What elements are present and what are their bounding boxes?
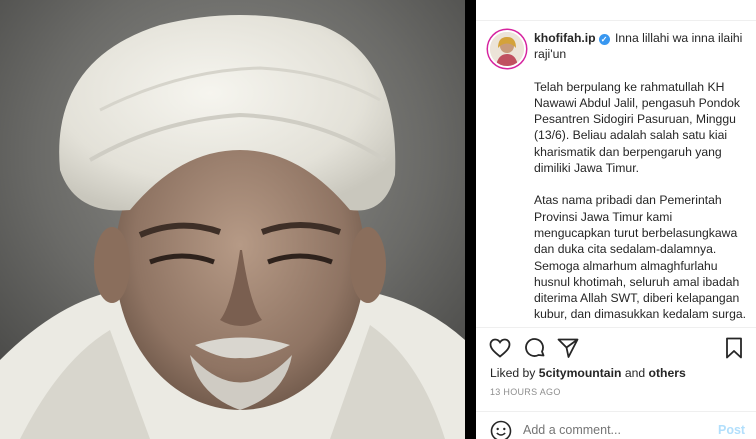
share-icon[interactable] — [556, 336, 582, 362]
verified-icon: ✓ — [598, 34, 610, 45]
post-timestamp: 13 HOURS AGO — [490, 387, 561, 397]
likes-prefix: Liked by — [490, 366, 536, 380]
username-link[interactable]: khofifah.ip — [534, 31, 596, 45]
likes-conj: and — [624, 366, 646, 380]
comment-input[interactable] — [523, 423, 703, 437]
post-detail-panel: khofifah.ip ✓ Inna lillahi wa inna ilaihi… — [476, 0, 756, 439]
comment-bar: Post — [476, 412, 756, 439]
heart-icon[interactable] — [488, 336, 514, 362]
profile-avatar[interactable] — [488, 30, 526, 68]
liked-by-user[interactable]: 5citymountain — [539, 366, 622, 380]
caption-paragraph: Atas nama pribadi dan Pemerintah Provins… — [534, 193, 747, 326]
emoji-icon[interactable] — [490, 420, 512, 439]
likes-summary: Liked by 5citymountain and others — [490, 366, 686, 380]
comment-icon[interactable] — [523, 336, 549, 362]
likes-others-link[interactable]: others — [649, 366, 686, 380]
action-bar — [476, 336, 756, 362]
post-header — [476, 0, 756, 21]
caption-paragraph: Telah berpulang ke rahmatullah KH Nawawi… — [534, 79, 740, 176]
post-photo — [0, 0, 465, 439]
divider — [476, 327, 756, 328]
bookmark-icon[interactable] — [722, 336, 748, 362]
post-caption: khofifah.ip ✓ Inna lillahi wa inna ilaihi… — [534, 30, 748, 326]
post-comment-button[interactable]: Post — [718, 423, 745, 437]
